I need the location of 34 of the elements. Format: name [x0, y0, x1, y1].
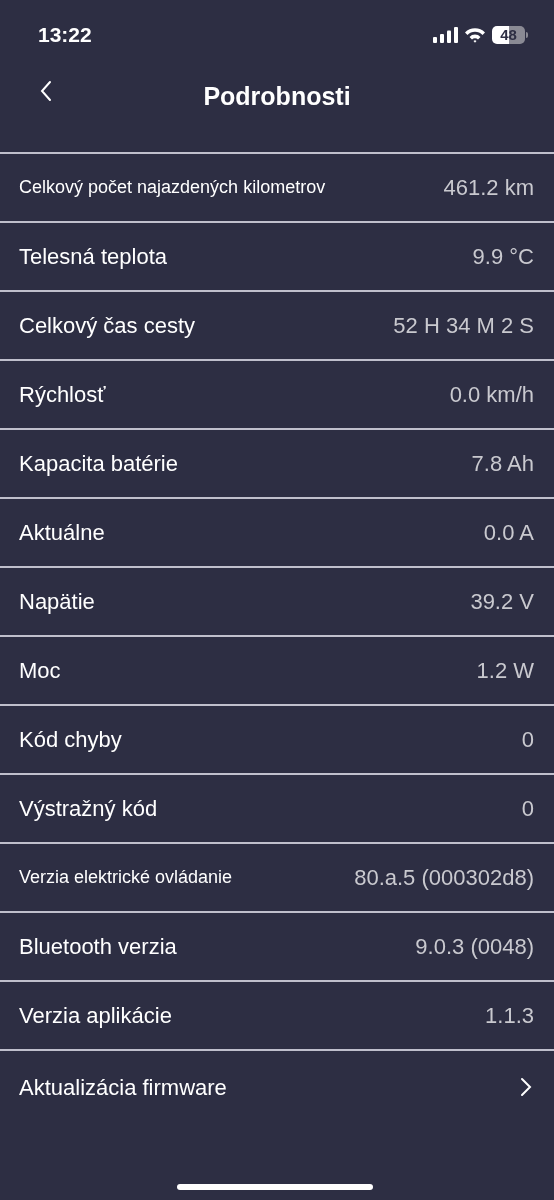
row-value: 1.2 W [476, 657, 534, 685]
row-label: Verzia aplikácie [19, 1002, 172, 1030]
row-value: 52 H 34 M 2 S [393, 312, 534, 340]
row-label: Kód chyby [19, 726, 122, 754]
row-label: Celkový počet najazdených kilometrov [19, 176, 326, 199]
row-label: Telesná teplota [19, 243, 167, 271]
row-value: 0.0 km/h [449, 381, 534, 409]
row-label: Moc [19, 657, 61, 685]
chevron-right-icon [520, 1077, 532, 1097]
screen-title: Podrobnosti [203, 81, 351, 113]
wifi-icon [464, 27, 486, 43]
row-label: Verzia elektrické ovládanie [19, 866, 233, 889]
row-value: 80.a.5 (000302d8) [354, 864, 534, 892]
row-value: 0 [521, 726, 534, 754]
row-value: 461.2 km [443, 174, 534, 202]
row-label: Aktuálne [19, 519, 105, 547]
row-value: 9.9 °C [472, 243, 534, 271]
row-label: Aktualizácia firmware [19, 1073, 227, 1102]
signal-icon [433, 27, 458, 43]
row-value: 7.8 Ah [471, 450, 534, 478]
status-time: 13:22 [38, 22, 92, 49]
row-label: Bluetooth verzia [19, 933, 177, 961]
firmware-update-row[interactable]: Aktualizácia firmware [0, 1051, 554, 1123]
row-label: Výstražný kód [19, 795, 158, 823]
row-label: Celkový čas cesty [19, 312, 196, 340]
row-label: Rýchlosť [19, 381, 106, 409]
back-icon [40, 80, 52, 102]
row-label: Kapacita batérie [19, 450, 178, 478]
row-value: 39.2 V [470, 588, 534, 616]
row-value: 1.1.3 [485, 1002, 534, 1030]
row-label: Napätie [19, 588, 95, 616]
row-value: 0 [521, 795, 534, 823]
row-value: 0.0 A [483, 519, 534, 547]
row-value: 9.0.3 (0048) [415, 933, 534, 961]
